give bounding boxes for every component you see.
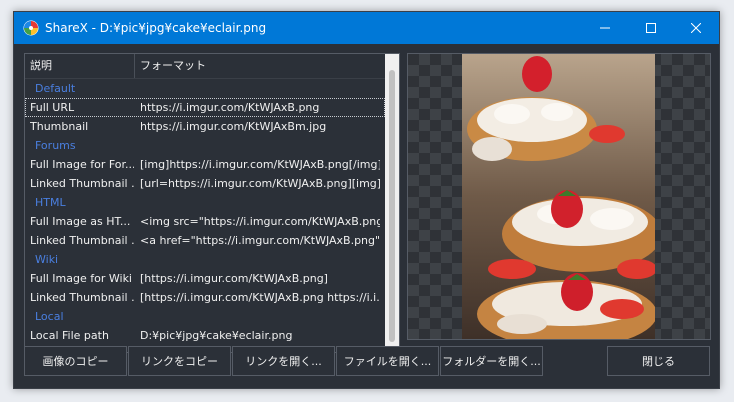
list-item[interactable]: Full Image for For... [img]https://i.imgu… [25, 155, 385, 174]
copy-image-button[interactable]: 画像のコピー [24, 346, 127, 376]
scrollbar-thumb[interactable] [389, 70, 395, 342]
open-link-button[interactable]: リンクを開く... [232, 346, 335, 376]
sharex-window: ShareX - D:¥pic¥jpg¥cake¥eclair.png 説明 フ… [13, 11, 720, 389]
vertical-scrollbar[interactable] [385, 54, 399, 352]
column-header-format[interactable]: フォーマット [135, 54, 380, 78]
list-item[interactable]: Full URL https://i.imgur.com/KtWJAxB.png [25, 98, 385, 117]
group-header-forums: Forums [35, 139, 76, 152]
maximize-button[interactable] [628, 12, 674, 44]
minimize-button[interactable] [582, 12, 628, 44]
list-item[interactable]: Full Image as HT... <img src="https://i.i… [25, 212, 385, 231]
group-header-local: Local [35, 310, 64, 323]
list-item[interactable]: Full Image for Wiki [https://i.imgur.com/… [25, 269, 385, 288]
close-button[interactable]: 閉じる [607, 346, 710, 376]
copy-link-button[interactable]: リンクをコピー [128, 346, 231, 376]
url-format-list[interactable]: 説明 フォーマット Default Full URL https://i.imgu… [24, 53, 400, 353]
close-icon [691, 23, 701, 33]
list-item[interactable]: Local File path D:¥pic¥jpg¥cake¥eclair.pn… [25, 326, 385, 345]
list-rows: Default Full URL https://i.imgur.com/KtWJ… [25, 79, 385, 345]
title-bar[interactable]: ShareX - D:¥pic¥jpg¥cake¥eclair.png [14, 12, 719, 44]
window-title: ShareX - D:¥pic¥jpg¥cake¥eclair.png [45, 21, 267, 35]
maximize-icon [646, 23, 656, 33]
close-window-button[interactable] [673, 12, 719, 44]
open-file-button[interactable]: ファイルを開く... [336, 346, 439, 376]
group-header-wiki: Wiki [35, 253, 59, 266]
list-item[interactable]: Thumbnail https://i.imgur.com/KtWJAxBm.jp… [25, 117, 385, 136]
image-preview [407, 53, 711, 340]
list-header: 説明 フォーマット [25, 54, 385, 79]
open-folder-button[interactable]: フォルダーを開く... [440, 346, 543, 376]
minimize-icon [600, 27, 610, 29]
eclair-photo [462, 54, 655, 339]
list-item[interactable]: Linked Thumbnail ... [url=https://i.imgur… [25, 174, 385, 193]
group-header-default: Default [35, 82, 76, 95]
column-header-description[interactable]: 説明 [25, 54, 135, 78]
sharex-logo-icon [23, 20, 39, 36]
list-item[interactable]: Linked Thumbnail ... <a href="https://i.i… [25, 231, 385, 250]
list-item[interactable]: Linked Thumbnail ... [https://i.imgur.com… [25, 288, 385, 307]
group-header-html: HTML [35, 196, 66, 209]
